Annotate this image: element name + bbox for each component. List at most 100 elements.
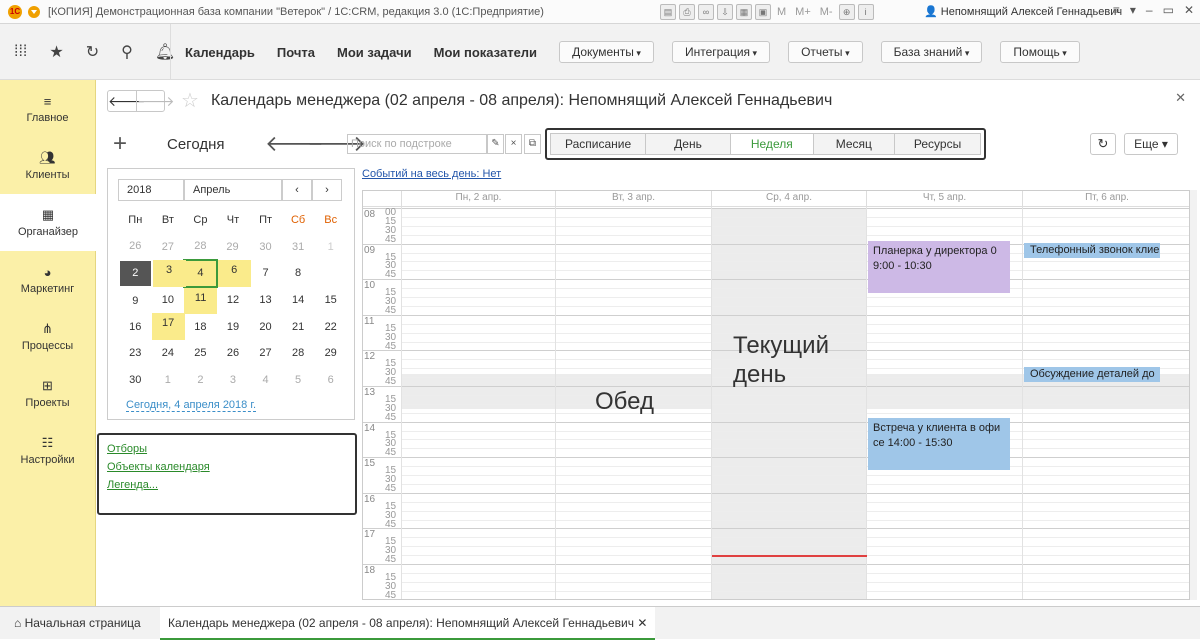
copy-icon[interactable]: ⧉: [524, 134, 541, 154]
day-cell[interactable]: 20: [249, 313, 282, 340]
forward-arrow-icon[interactable]: 🡒: [136, 91, 175, 111]
memory-plus-button[interactable]: M+: [795, 6, 811, 18]
search-input[interactable]: Поиск по подстроке: [347, 134, 487, 154]
search-icon[interactable]: ⚲: [121, 42, 133, 62]
day-cell[interactable]: 23: [119, 340, 152, 367]
today-button[interactable]: Сегодня: [167, 136, 225, 153]
filters-link[interactable]: Отборы: [107, 443, 347, 455]
event-phone-call[interactable]: Телефонный звонок клие: [1024, 243, 1160, 258]
nav-calendar[interactable]: Календарь: [185, 45, 255, 60]
calendar-small-icon[interactable]: ▣: [755, 4, 771, 20]
day-cell[interactable]: 28: [282, 340, 315, 367]
favorites-star-icon[interactable]: ★: [49, 42, 63, 62]
all-day-events-link[interactable]: Событий на весь день: Нет: [362, 168, 501, 180]
save-icon[interactable]: ▤: [660, 4, 676, 20]
close-tab-icon[interactable]: ✕: [637, 616, 647, 630]
view-month-button[interactable]: Месяц: [813, 133, 895, 155]
view-day-button[interactable]: День: [646, 133, 731, 155]
event-director-meeting[interactable]: Планерка у директора 0 9:00 - 10:30: [868, 241, 1010, 293]
sidebar-item-processes[interactable]: ⋔ Процессы: [0, 308, 95, 365]
memory-button[interactable]: M: [777, 6, 786, 18]
day-cell[interactable]: 29: [314, 340, 347, 367]
day-header-fri[interactable]: Пт, 6 апр.: [1022, 191, 1189, 207]
day-cell[interactable]: 5: [282, 367, 315, 394]
print-icon[interactable]: ⎙: [679, 4, 695, 20]
info-icon[interactable]: i: [857, 4, 874, 20]
day-cell[interactable]: 1: [314, 234, 347, 261]
current-user[interactable]: 👤 Непомнящий Алексей Геннадьевич: [924, 5, 1122, 18]
day-cell[interactable]: 7: [249, 260, 282, 287]
sidebar-item-clients[interactable]: 👥︎ Клиенты: [0, 137, 95, 194]
day-cell-today[interactable]: 4: [183, 259, 218, 288]
day-cell[interactable]: 2: [184, 367, 217, 394]
day-cell[interactable]: 11: [184, 287, 218, 315]
day-cell[interactable]: 13: [249, 287, 282, 314]
more-button[interactable]: Еще ▾: [1124, 133, 1178, 155]
day-cell[interactable]: 27: [152, 234, 185, 261]
sidebar-item-settings[interactable]: ☷ Настройки: [0, 422, 95, 479]
day-cell[interactable]: 6: [217, 260, 251, 287]
day-cell[interactable]: 18: [184, 313, 217, 340]
documents-dropdown[interactable]: Документы: [559, 41, 654, 63]
year-field[interactable]: 2018: [118, 179, 184, 201]
calendar-objects-link[interactable]: Объекты календаря: [107, 461, 347, 473]
apps-grid-icon[interactable]: ⁞⁞⁞: [14, 43, 27, 61]
day-cell[interactable]: 10: [152, 287, 185, 314]
day-cell[interactable]: 24: [152, 340, 185, 367]
day-cell-selected[interactable]: 2: [118, 259, 153, 288]
month-field[interactable]: Апрель: [184, 179, 282, 201]
day-cell[interactable]: 3: [217, 367, 250, 394]
day-cell[interactable]: 30: [249, 234, 282, 261]
nav-mail[interactable]: Почта: [277, 45, 315, 60]
nav-my-indicators[interactable]: Мои показатели: [434, 45, 537, 60]
close-window-icon[interactable]: ✕: [1184, 3, 1194, 17]
event-client-meeting[interactable]: Встреча у клиента в офи се 14:00 - 15:30: [868, 418, 1010, 470]
back-arrow-icon[interactable]: 🡐: [108, 91, 146, 111]
help-dropdown[interactable]: Помощь: [1000, 41, 1080, 63]
view-resources-button[interactable]: Ресурсы: [894, 133, 982, 155]
day-cell[interactable]: 4: [249, 367, 282, 394]
event-details-discussion[interactable]: Обсуждение деталей до: [1024, 367, 1160, 382]
day-cell[interactable]: 27: [249, 340, 282, 367]
day-cell[interactable]: 25: [184, 340, 217, 367]
day-cell[interactable]: 12: [217, 287, 250, 314]
day-cell[interactable]: 9: [119, 287, 152, 314]
add-event-icon[interactable]: +: [113, 132, 127, 156]
sidebar-item-main[interactable]: ≡ Главное: [0, 80, 95, 137]
sidebar-item-projects[interactable]: ⊞ Проекты: [0, 365, 95, 422]
reports-dropdown[interactable]: Отчеты: [788, 41, 863, 63]
legend-link[interactable]: Легенда...: [107, 479, 347, 491]
day-cell[interactable]: 30: [119, 367, 152, 394]
tab-manager-calendar[interactable]: Календарь менеджера (02 апреля - 08 апре…: [160, 607, 656, 640]
day-cell[interactable]: 14: [282, 287, 315, 314]
main-menu-icon[interactable]: [28, 5, 40, 18]
knowledge-base-dropdown[interactable]: База знаний: [880, 41, 983, 63]
menu-icon[interactable]: ≡: [1113, 3, 1120, 17]
day-cell[interactable]: 15: [314, 287, 347, 314]
close-form-icon[interactable]: ✕: [1175, 90, 1186, 106]
history-icon[interactable]: ↻: [86, 42, 99, 62]
view-week-button[interactable]: Неделя: [730, 133, 814, 155]
day-cell[interactable]: 17: [151, 313, 185, 340]
link-icon[interactable]: ∞: [698, 4, 714, 20]
day-cell[interactable]: 28: [184, 234, 217, 261]
view-schedule-button[interactable]: Расписание: [550, 133, 647, 155]
clear-search-icon[interactable]: ×: [505, 134, 522, 154]
day-cell[interactable]: 21: [282, 313, 315, 340]
day-header-tue[interactable]: Вт, 3 апр.: [555, 191, 711, 207]
nav-my-tasks[interactable]: Мои задачи: [337, 45, 412, 60]
prev-month-icon[interactable]: ‹: [282, 179, 312, 201]
day-header-thu[interactable]: Чт, 5 апр.: [866, 191, 1022, 207]
day-header-wed[interactable]: Ср, 4 апр.: [711, 191, 866, 207]
day-cell[interactable]: 31: [282, 234, 315, 261]
day-cell[interactable]: 26: [119, 234, 152, 261]
next-month-icon[interactable]: ›: [312, 179, 342, 201]
day-cell[interactable]: 8: [282, 260, 315, 287]
day-cell[interactable]: 26: [217, 340, 250, 367]
refresh-icon[interactable]: ↻: [1090, 133, 1116, 155]
day-header-mon[interactable]: Пн, 2 апр.: [401, 191, 555, 207]
sidebar-item-organizer[interactable]: ▦ Органайзер: [0, 194, 96, 251]
grid-scrollbar[interactable]: [1190, 190, 1197, 600]
tab-home[interactable]: ⌂ Начальная страница: [14, 607, 141, 640]
zoom-icon[interactable]: ⊕: [838, 4, 855, 20]
